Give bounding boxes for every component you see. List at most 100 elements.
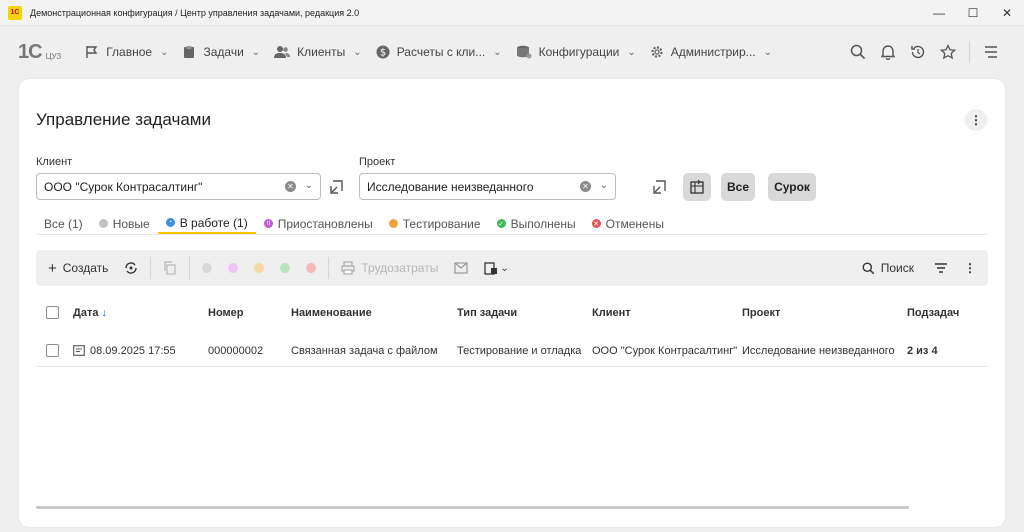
row-number: 000000002 [208,344,264,357]
toolbar-divider [328,257,330,279]
sort-desc-icon: ↓ [101,307,107,319]
logo-subtext: ЦУЗ [45,51,62,61]
header-number[interactable]: Номер [208,307,244,319]
plus-icon: + [48,259,57,277]
set-paused-button[interactable] [220,250,246,286]
search-icon[interactable] [843,44,873,60]
header-client[interactable]: Клиент [592,307,631,319]
email-button[interactable] [446,250,476,286]
chevron-down-icon: ⌄ [160,46,169,58]
tab-label: Тестирование [402,216,481,231]
toolbar-divider [189,257,191,279]
nav-divider [969,41,970,63]
clear-icon[interactable]: ✕ [285,181,296,192]
set-testing-button[interactable] [246,250,272,286]
toolbar-divider [150,257,152,279]
row-checkbox[interactable] [46,344,59,357]
client-field[interactable]: ООО "Сурок Контрасалтинг" ✕ ⌄ [36,173,321,200]
status-new-icon [98,219,108,228]
maximize-button[interactable]: ☐ [956,0,990,26]
copy-button[interactable] [155,250,185,286]
filter-button[interactable] [922,250,960,286]
tab-label: Новые [112,216,150,231]
select-all-checkbox[interactable] [46,306,59,319]
all-button[interactable]: Все [721,173,755,201]
horizontal-scrollbar[interactable] [36,506,909,509]
row-name: Связанная задача с файлом [291,344,438,357]
clear-icon[interactable]: ✕ [580,181,591,192]
star-icon[interactable] [933,44,963,60]
tab-cancelled[interactable]: ✕ Отменены [584,213,672,234]
set-cancelled-button[interactable] [298,250,324,286]
project-field[interactable]: Исследование неизведанного ✕ ⌄ [359,173,616,200]
database-icon [516,45,532,59]
dollar-icon: $ [376,45,390,59]
close-button[interactable]: ✕ [990,0,1024,26]
reports-dropdown[interactable]: ⌄ [476,250,516,286]
filter-settings-button[interactable] [683,173,711,201]
set-new-button[interactable] [194,250,220,286]
chevron-down-icon: ⌄ [500,262,509,274]
open-client-icon[interactable] [329,179,345,195]
status-done-icon: ✓ [496,219,506,228]
minimize-button[interactable]: — [922,0,956,26]
nav-item-admin[interactable]: Администрир... ⌄ [650,45,772,59]
nav-item-tasks[interactable]: Задачи ⌄ [182,45,260,59]
svg-text:$: $ [380,48,386,59]
nav-item-label: Клиенты [297,45,346,59]
tab-label: Приостановлены [277,216,373,231]
open-project-icon[interactable] [652,179,668,195]
status-cancelled-icon: ✕ [591,219,601,228]
bell-icon[interactable] [873,44,903,60]
search-label: Поиск [880,261,914,275]
table-header: Дата ↓ Номер Наименование Тип задачи Клие… [36,301,988,325]
project-value: Исследование неизведанного [367,179,534,194]
header-type[interactable]: Тип задачи [457,307,517,319]
set-done-button[interactable] [272,250,298,286]
create-button[interactable]: + Создать [36,250,116,286]
header-name[interactable]: Наименование [291,307,372,319]
status-testing-icon [388,219,398,228]
nav-item-label: Конфигурации [538,45,620,59]
client-label: Клиент [36,156,73,168]
nav-item-configurations[interactable]: Конфигурации ⌄ [516,45,636,59]
tab-all[interactable]: Все (1) [36,213,91,234]
effort-button[interactable]: Трудозатраты [333,250,446,286]
more-actions-button[interactable]: ⋮ [965,109,987,131]
nav-item-payments[interactable]: $ Расчеты с кли... ⌄ [376,45,502,59]
surok-button[interactable]: Сурок [768,173,816,201]
main-nav: 1С ЦУЗ Главное ⌄ Задачи ⌄ Клиенты ⌄ $ Ра… [0,26,1024,78]
header-project[interactable]: Проект [742,307,780,319]
row-type: Тестирование и отладка [457,344,582,357]
refresh-status-icon [125,262,138,274]
tab-in-progress[interactable]: ◔ В работе (1) [157,213,256,234]
chevron-down-icon[interactable]: ⌄ [600,180,608,191]
filter-icon [935,263,947,273]
nav-item-label: Расчеты с кли... [396,45,486,59]
nav-item-label: Администрир... [670,45,756,59]
app-icon: 1С [8,5,22,20]
menu-icon[interactable] [976,45,1006,59]
printer-icon [341,261,355,275]
tab-paused[interactable]: ॥ Приостановлены [256,213,381,234]
flag-icon [86,46,98,58]
nav-item-clients[interactable]: Клиенты ⌄ [274,45,362,59]
history-icon[interactable] [903,44,933,60]
nav-item-main[interactable]: Главное ⌄ [85,45,168,59]
change-status-button[interactable] [116,250,146,286]
toolbar-more-button[interactable]: ⋮ [960,250,988,286]
table-row[interactable]: 08.09.2025 17:55 000000002 Связанная зад… [36,335,988,367]
content-card: Управление задачами ⋮ Клиент ООО "Сурок … [19,79,1005,527]
row-date: 08.09.2025 17:55 [73,345,176,357]
search-icon [862,262,875,274]
tab-testing[interactable]: Тестирование [381,213,489,234]
client-value: ООО "Сурок Контрасалтинг" [44,179,203,194]
row-client: ООО "Сурок Контрасалтинг" [592,344,738,357]
chevron-down-icon[interactable]: ⌄ [305,180,313,191]
row-subtasks: 2 из 4 [907,344,938,357]
tab-done[interactable]: ✓ Выполнены [489,213,584,234]
tab-new[interactable]: Новые [91,213,158,234]
header-subtasks[interactable]: Подзадач [907,307,959,319]
header-date[interactable]: Дата ↓ [73,307,107,319]
search-button[interactable]: Поиск [854,250,922,286]
